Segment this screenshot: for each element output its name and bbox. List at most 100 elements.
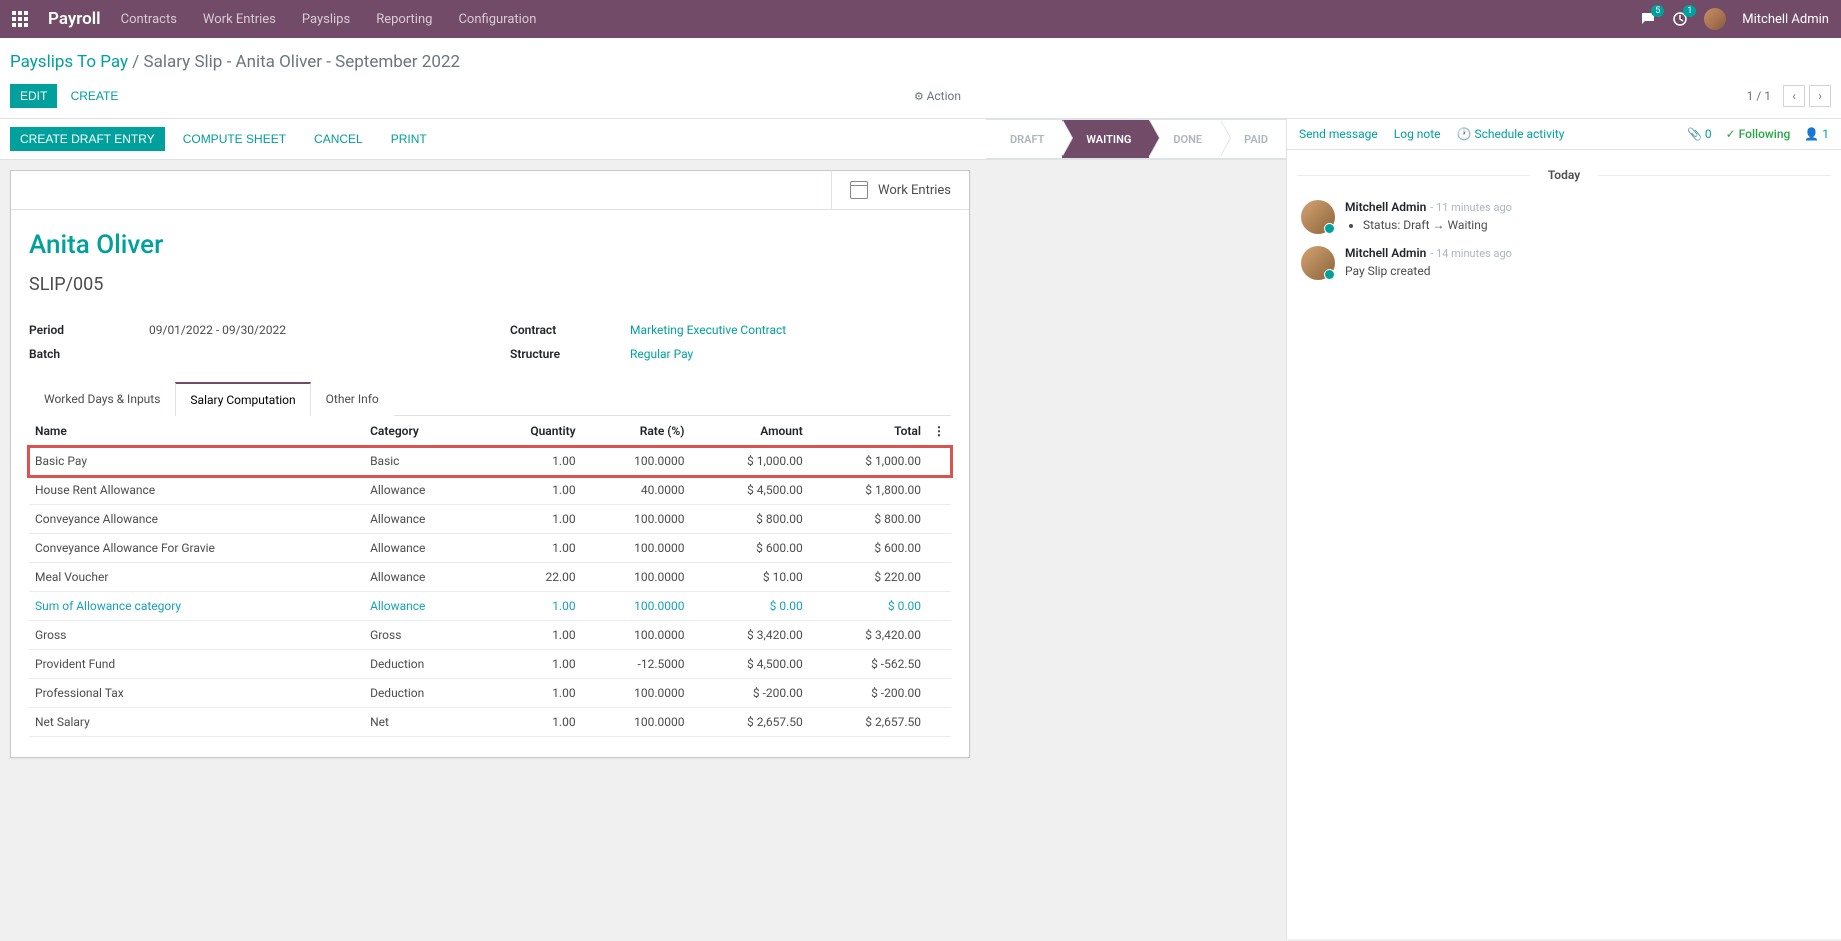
contract-label: Contract xyxy=(510,323,630,337)
cell-qty: 1.00 xyxy=(482,505,582,534)
activity-icon[interactable]: 1 xyxy=(1672,11,1688,27)
cell-amount: $ 4,500.00 xyxy=(691,476,809,505)
work-entries-button[interactable]: Work Entries xyxy=(831,171,969,209)
cell-qty: 1.00 xyxy=(482,621,582,650)
create-draft-entry-button[interactable]: CREATE DRAFT ENTRY xyxy=(10,127,165,151)
message-content: Pay Slip created xyxy=(1345,264,1827,278)
message-author[interactable]: Mitchell Admin xyxy=(1345,200,1426,214)
compute-sheet-button[interactable]: COMPUTE SHEET xyxy=(173,127,296,151)
tab-other-info[interactable]: Other Info xyxy=(311,382,394,416)
table-row[interactable]: Conveyance AllowanceAllowance1.00100.000… xyxy=(29,505,951,534)
structure-label: Structure xyxy=(510,347,630,361)
cell-total: $ 800.00 xyxy=(809,505,927,534)
breadcrumb: Payslips To Pay / Salary Slip - Anita Ol… xyxy=(10,52,1831,72)
table-row[interactable]: Net SalaryNet1.00100.0000$ 2,657.50$ 2,6… xyxy=(29,708,951,737)
chatter-message: Mitchell Admin- 14 minutes agoPay Slip c… xyxy=(1287,240,1841,286)
cell-category: Allowance xyxy=(364,563,482,592)
cell-rate: 100.0000 xyxy=(582,592,691,621)
table-row[interactable]: Basic PayBasic1.00100.0000$ 1,000.00$ 1,… xyxy=(29,447,951,476)
step-draft[interactable]: DRAFT xyxy=(986,119,1062,159)
cell-total: $ 2,657.50 xyxy=(809,708,927,737)
cell-category: Net xyxy=(364,708,482,737)
structure-value[interactable]: Regular Pay xyxy=(630,347,693,361)
cancel-button[interactable]: CANCEL xyxy=(304,127,373,151)
user-avatar[interactable] xyxy=(1704,8,1726,30)
cell-name: Professional Tax xyxy=(29,679,364,708)
message-author[interactable]: Mitchell Admin xyxy=(1345,246,1426,260)
cell-qty: 1.00 xyxy=(482,447,582,476)
cell-name: Sum of Allowance category xyxy=(29,592,364,621)
followers-count[interactable]: 👤 1 xyxy=(1804,127,1829,141)
nav-payslips[interactable]: Payslips xyxy=(302,12,350,27)
tab-salary-computation[interactable]: Salary Computation xyxy=(175,382,310,416)
user-name[interactable]: Mitchell Admin xyxy=(1742,12,1829,27)
print-button[interactable]: PRINT xyxy=(381,127,437,151)
cell-category: Allowance xyxy=(364,534,482,563)
table-options-icon[interactable]: ⋮ xyxy=(927,416,951,447)
step-waiting[interactable]: WAITING xyxy=(1062,119,1149,159)
create-button[interactable]: CREATE xyxy=(61,84,129,108)
cell-name: Gross xyxy=(29,621,364,650)
salary-computation-table: Name Category Quantity Rate (%) Amount T… xyxy=(29,416,951,737)
cell-qty: 1.00 xyxy=(482,708,582,737)
chatter-message: Mitchell Admin- 11 minutes agoStatus: Dr… xyxy=(1287,194,1841,240)
cell-name: Provident Fund xyxy=(29,650,364,679)
action-dropdown[interactable]: Action xyxy=(914,89,961,103)
breadcrumb-current: Salary Slip - Anita Oliver - September 2… xyxy=(144,52,460,72)
cell-total: $ 1,800.00 xyxy=(809,476,927,505)
cell-category: Allowance xyxy=(364,505,482,534)
th-quantity[interactable]: Quantity xyxy=(482,416,582,447)
batch-label: Batch xyxy=(29,347,149,361)
table-row[interactable]: Conveyance Allowance For GravieAllowance… xyxy=(29,534,951,563)
send-message-button[interactable]: Send message xyxy=(1299,127,1378,141)
cell-amount: $ 4,500.00 xyxy=(691,650,809,679)
nav-reporting[interactable]: Reporting xyxy=(376,12,432,27)
cell-category: Deduction xyxy=(364,679,482,708)
table-row[interactable]: Sum of Allowance categoryAllowance1.0010… xyxy=(29,592,951,621)
message-avatar[interactable] xyxy=(1301,246,1335,280)
cell-name: Net Salary xyxy=(29,708,364,737)
cell-name: House Rent Allowance xyxy=(29,476,364,505)
period-value: 09/01/2022 - 09/30/2022 xyxy=(149,323,286,337)
table-row[interactable]: Professional TaxDeduction1.00100.0000$ -… xyxy=(29,679,951,708)
table-row[interactable]: Provident FundDeduction1.00-12.5000$ 4,5… xyxy=(29,650,951,679)
edit-button[interactable]: EDIT xyxy=(10,84,57,108)
nav-work-entries[interactable]: Work Entries xyxy=(203,12,276,27)
table-row[interactable]: House Rent AllowanceAllowance1.0040.0000… xyxy=(29,476,951,505)
message-avatar[interactable] xyxy=(1301,200,1335,234)
cell-category: Allowance xyxy=(364,476,482,505)
following-button[interactable]: ✓ Following xyxy=(1726,127,1791,141)
discuss-icon[interactable]: 5 xyxy=(1640,11,1656,27)
cell-total: $ -562.50 xyxy=(809,650,927,679)
activity-badge: 1 xyxy=(1683,5,1696,17)
table-row[interactable]: GrossGross1.00100.0000$ 3,420.00$ 3,420.… xyxy=(29,621,951,650)
pager-prev[interactable]: ‹ xyxy=(1783,85,1805,107)
nav-configuration[interactable]: Configuration xyxy=(458,12,536,27)
navbar: Payroll Contracts Work Entries Payslips … xyxy=(0,0,1841,38)
cell-amount: $ 2,657.50 xyxy=(691,708,809,737)
work-entries-label: Work Entries xyxy=(878,183,951,198)
cell-rate: 100.0000 xyxy=(582,679,691,708)
brand[interactable]: Payroll xyxy=(48,9,101,29)
cell-qty: 1.00 xyxy=(482,592,582,621)
th-name[interactable]: Name xyxy=(29,416,364,447)
apps-icon[interactable] xyxy=(12,11,28,27)
th-amount[interactable]: Amount xyxy=(691,416,809,447)
navbar-menu: Contracts Work Entries Payslips Reportin… xyxy=(121,12,537,27)
attachment-count[interactable]: 📎 0 xyxy=(1687,127,1712,141)
cell-total: $ 3,420.00 xyxy=(809,621,927,650)
th-category[interactable]: Category xyxy=(364,416,482,447)
log-note-button[interactable]: Log note xyxy=(1394,127,1441,141)
cell-rate: 100.0000 xyxy=(582,447,691,476)
table-row[interactable]: Meal VoucherAllowance22.00100.0000$ 10.0… xyxy=(29,563,951,592)
nav-contracts[interactable]: Contracts xyxy=(121,12,177,27)
tab-worked-days[interactable]: Worked Days & Inputs xyxy=(29,382,175,416)
contract-value[interactable]: Marketing Executive Contract xyxy=(630,323,786,337)
th-total[interactable]: Total xyxy=(809,416,927,447)
pager-next[interactable]: › xyxy=(1809,85,1831,107)
employee-name[interactable]: Anita Oliver xyxy=(29,230,951,260)
breadcrumb-parent[interactable]: Payslips To Pay xyxy=(10,52,128,72)
th-rate[interactable]: Rate (%) xyxy=(582,416,691,447)
cell-amount: $ -200.00 xyxy=(691,679,809,708)
schedule-activity-button[interactable]: 🕐 Schedule activity xyxy=(1457,127,1565,141)
